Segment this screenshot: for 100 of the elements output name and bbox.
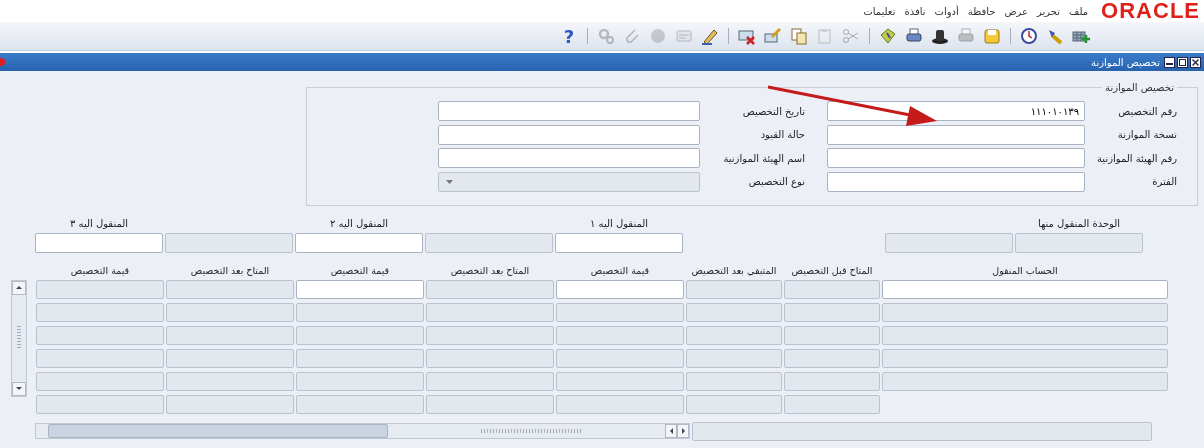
table-cell[interactable] <box>426 348 554 368</box>
table-cell[interactable] <box>882 302 1168 322</box>
total-cell[interactable] <box>784 394 880 414</box>
field-label: رقم الهيئة الموازنية <box>1096 152 1177 164</box>
text-field[interactable] <box>295 232 423 253</box>
text-field[interactable] <box>555 232 683 253</box>
group-label: المنقول اليه ٢ <box>328 217 390 231</box>
table-cell[interactable] <box>166 348 294 368</box>
text-field[interactable] <box>35 232 163 253</box>
text-field[interactable] <box>438 148 700 168</box>
table-cell[interactable] <box>556 348 684 368</box>
logo-text: ORACLE <box>1101 0 1200 22</box>
menu-item[interactable]: تعليمات <box>863 5 896 17</box>
table-cell[interactable] <box>686 348 782 368</box>
menu-item[interactable]: عرض <box>1004 5 1028 17</box>
scroll-up-button[interactable] <box>12 280 26 295</box>
group-label: المنقول اليه ١ <box>588 217 650 231</box>
text-field[interactable] <box>827 124 1085 145</box>
table-cell[interactable] <box>882 279 1168 299</box>
table-cell[interactable] <box>882 371 1168 391</box>
table-cell[interactable] <box>296 325 424 345</box>
menu-item[interactable]: حافظة <box>967 5 996 17</box>
total-cell[interactable] <box>36 394 164 414</box>
text-field[interactable]: ١١١٠١٠١٣٩ <box>827 101 1085 121</box>
table-cell[interactable] <box>686 325 782 345</box>
table-cell[interactable] <box>784 348 880 368</box>
table-cell[interactable] <box>556 371 684 391</box>
table-cell[interactable] <box>556 302 684 322</box>
total-cell[interactable] <box>556 394 684 414</box>
table-cell[interactable] <box>686 279 782 299</box>
table-cell[interactable] <box>686 371 782 391</box>
field-label: نوع التخصيص <box>747 176 806 187</box>
total-cell[interactable] <box>426 394 554 414</box>
vertical-scrollbar[interactable] <box>11 279 27 397</box>
menu-item[interactable]: أدوات <box>934 5 959 17</box>
grip-icon <box>17 326 21 350</box>
caret-icon <box>446 179 453 184</box>
table-cell[interactable] <box>36 371 164 391</box>
menu-item[interactable]: نافذة <box>904 5 926 17</box>
table-cell[interactable] <box>426 371 554 391</box>
close-icon[interactable] <box>1190 56 1201 68</box>
table-cell[interactable] <box>882 325 1168 345</box>
column-header: قيمة التخصيص <box>589 264 651 276</box>
table-cell[interactable] <box>296 348 424 368</box>
table-cell[interactable] <box>784 279 880 299</box>
table-cell[interactable] <box>882 348 1168 368</box>
field-label: اسم الهيئة الموازنية <box>722 152 806 164</box>
column-header: قيمة التخصيص <box>69 264 131 276</box>
scroll-left-button[interactable] <box>665 424 677 438</box>
scroll-thumb[interactable] <box>48 424 388 438</box>
total-cell[interactable] <box>166 394 294 414</box>
table-cell[interactable] <box>784 302 880 322</box>
help-button[interactable]: ? <box>558 25 580 47</box>
table-cell[interactable] <box>166 279 294 299</box>
table-cell[interactable] <box>784 371 880 391</box>
field-label: الفترة <box>1151 176 1177 187</box>
table-cell[interactable] <box>296 279 424 299</box>
column-header: قيمة التخصيص <box>329 264 391 276</box>
scroll-down-button[interactable] <box>12 381 26 396</box>
group-label: المنقول اليه ٣ <box>68 217 130 231</box>
table-cell[interactable] <box>556 279 684 299</box>
table-cell[interactable] <box>686 302 782 322</box>
field-label: نسخة الموازنة <box>1116 129 1177 140</box>
text-field[interactable] <box>827 171 1085 192</box>
total-cell[interactable] <box>296 394 424 414</box>
text-field[interactable] <box>438 124 700 145</box>
maximize-icon[interactable] <box>1177 56 1188 68</box>
table-cell[interactable] <box>426 279 554 299</box>
documents-icon[interactable] <box>788 25 810 47</box>
clock-icon[interactable] <box>1018 25 1040 47</box>
scroll-right-button[interactable] <box>677 424 689 438</box>
table-cell[interactable] <box>296 371 424 391</box>
minimize-icon[interactable] <box>1164 56 1175 68</box>
column-header: المتاح بعد التخصيص <box>449 264 531 276</box>
table-cell[interactable] <box>36 279 164 299</box>
menu-item[interactable]: ملف <box>1069 5 1089 17</box>
table-cell[interactable] <box>36 348 164 368</box>
table-cell[interactable] <box>166 302 294 322</box>
table-cell[interactable] <box>296 302 424 322</box>
column-header: المتاح بعد التخصيص <box>189 264 271 276</box>
total-cell[interactable] <box>686 394 782 414</box>
horizontal-scrollbar[interactable] <box>35 423 690 439</box>
table-cell[interactable] <box>784 325 880 345</box>
field-label: رقم التخصيص <box>1117 105 1177 117</box>
table-cell[interactable] <box>426 302 554 322</box>
table-cell[interactable] <box>556 325 684 345</box>
window-title: تخصيص الموازنة <box>1091 56 1160 68</box>
text-field[interactable] <box>827 148 1085 168</box>
field-label: حالة القيود <box>759 129 806 140</box>
group-label: الوحدة المنقول منها <box>1036 217 1122 232</box>
column-header: الحساب المنقول <box>991 264 1059 276</box>
table-cell[interactable] <box>426 325 554 345</box>
field-label: تاريخ التخصيص <box>741 105 806 117</box>
table-cell[interactable] <box>36 302 164 322</box>
table-cell[interactable] <box>166 371 294 391</box>
group-title: تخصيص الموازنة <box>1104 82 1175 93</box>
menu-item[interactable]: تحرير <box>1037 5 1061 17</box>
table-cell[interactable] <box>36 325 164 345</box>
table-cell[interactable] <box>166 325 294 345</box>
text-field[interactable] <box>438 101 700 121</box>
